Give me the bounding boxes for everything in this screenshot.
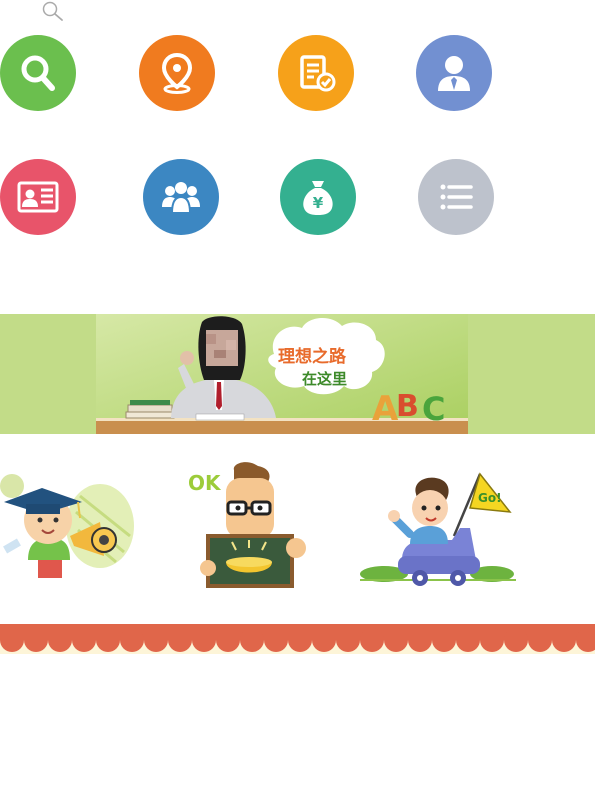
document-check-icon	[300, 55, 336, 92]
scallop	[312, 628, 336, 652]
scallop	[120, 628, 144, 652]
scallop	[240, 628, 264, 652]
scallop	[96, 628, 120, 652]
list-icon	[440, 184, 473, 210]
cartoon-cards: OK Go!	[0, 456, 595, 596]
tile-group[interactable]	[143, 159, 219, 235]
tile-money[interactable]: ¥	[280, 159, 356, 235]
search-icon[interactable]	[40, 0, 66, 22]
scallop	[552, 628, 576, 652]
tile-location[interactable]	[139, 35, 215, 111]
tile-document[interactable]	[278, 35, 354, 111]
scallop-divider	[0, 624, 595, 654]
banner-slogan-line1: 理想之路	[278, 346, 347, 367]
scallop	[528, 628, 552, 652]
scallop	[504, 628, 528, 652]
card-go[interactable]: Go!	[358, 456, 518, 594]
id-card-icon	[17, 181, 59, 213]
svg-text:¥: ¥	[313, 194, 324, 212]
person-icon	[438, 56, 470, 91]
tile-search[interactable]	[0, 35, 76, 111]
letter-c: C	[422, 390, 445, 428]
scallop	[24, 628, 48, 652]
scallop	[72, 628, 96, 652]
banner-slogan-line2: 在这里	[302, 370, 347, 388]
card-graduate[interactable]	[0, 456, 160, 594]
promo-banner[interactable]: 理想之路 在这里 A B C	[0, 314, 595, 434]
scallop	[48, 628, 72, 652]
letter-b: B	[396, 389, 419, 424]
scallop	[264, 628, 288, 652]
flag-label: Go!	[478, 491, 502, 505]
card-ok[interactable]: OK	[186, 456, 346, 594]
letter-a: A	[372, 389, 399, 429]
scallop	[192, 628, 216, 652]
money-bag-icon: ¥	[303, 181, 333, 215]
scallop	[408, 628, 432, 652]
scallop	[432, 628, 456, 652]
tile-list[interactable]	[418, 159, 494, 235]
tile-person[interactable]	[416, 35, 492, 111]
scallop	[0, 628, 24, 652]
banner-illustration: 理想之路 在这里 A B C	[96, 314, 468, 434]
scallop	[384, 628, 408, 652]
group-icon	[162, 182, 200, 214]
scallop	[480, 628, 504, 652]
ok-label: OK	[188, 471, 222, 495]
scallop	[168, 628, 192, 652]
scallop	[288, 628, 312, 652]
scallop	[360, 628, 384, 652]
scallop	[144, 628, 168, 652]
magnifier-icon	[21, 55, 55, 91]
scallop	[336, 628, 360, 652]
map-pin-icon	[161, 52, 193, 94]
scallop	[216, 628, 240, 652]
scallop	[456, 628, 480, 652]
tile-id-card[interactable]	[0, 159, 76, 235]
